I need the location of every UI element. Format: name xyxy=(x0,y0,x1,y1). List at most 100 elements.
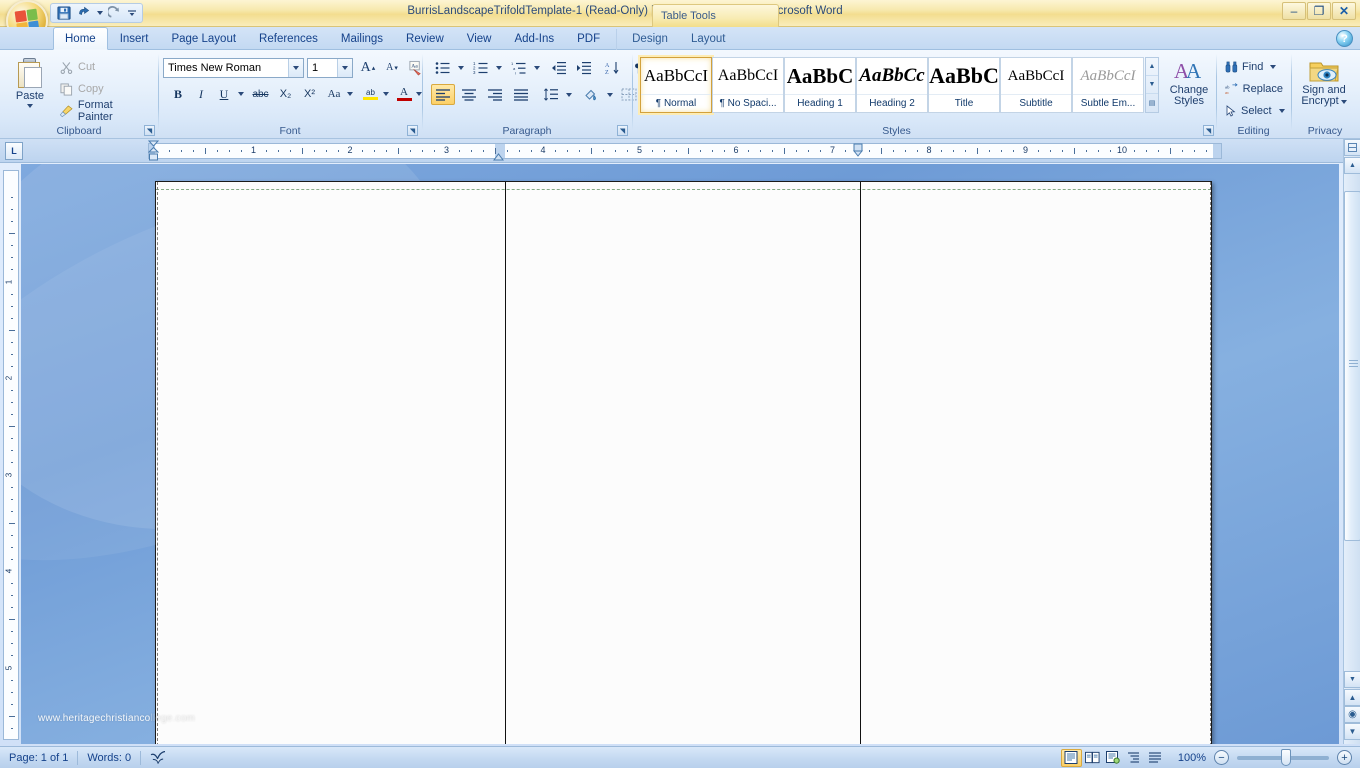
styles-more-button[interactable]: ▤ xyxy=(1146,94,1158,112)
change-case-dropdown[interactable] xyxy=(345,84,355,104)
scroll-down-arrow-button[interactable]: ▼ xyxy=(1344,671,1360,688)
strikethrough-button[interactable]: abc xyxy=(248,84,273,104)
tab-pdf[interactable]: PDF xyxy=(566,29,611,50)
style-subtitle[interactable]: AaBbCcI Subtitle xyxy=(1000,57,1072,113)
draft-view-button[interactable] xyxy=(1145,749,1166,767)
numbering-dropdown[interactable] xyxy=(493,57,504,78)
web-layout-view-button[interactable] xyxy=(1103,749,1124,767)
font-dialog-launcher[interactable]: ◥ xyxy=(407,125,418,136)
tab-insert[interactable]: Insert xyxy=(109,29,160,50)
decrease-indent-button[interactable] xyxy=(547,57,571,78)
tab-mailings[interactable]: Mailings xyxy=(330,29,394,50)
previous-page-button[interactable]: ▲ xyxy=(1344,689,1360,706)
style-normal[interactable]: AaBbCcI ¶ Normal xyxy=(640,57,712,113)
font-color-button[interactable]: A xyxy=(393,84,415,104)
tab-add-ins[interactable]: Add-Ins xyxy=(503,29,565,50)
minimize-button[interactable]: – xyxy=(1282,2,1306,20)
restore-button[interactable]: ❐ xyxy=(1307,2,1331,20)
subscript-button[interactable]: X₂ xyxy=(274,84,297,104)
style-title[interactable]: AaBbC Title xyxy=(928,57,1000,113)
replace-button[interactable]: ab ac Replace xyxy=(1222,80,1288,98)
find-button[interactable]: Find xyxy=(1222,58,1280,76)
horizontal-ruler[interactable]: 12345678910 xyxy=(148,143,1222,159)
zoom-slider-thumb[interactable] xyxy=(1281,749,1291,766)
style-subtle-emphasis[interactable]: AaBbCcI Subtle Em... xyxy=(1072,57,1144,113)
help-icon[interactable]: ? xyxy=(1336,30,1353,47)
tab-layout[interactable]: Layout xyxy=(680,29,737,50)
sign-and-encrypt-button[interactable]: Sign and Encrypt xyxy=(1295,56,1353,122)
font-size-dropdown-icon[interactable] xyxy=(337,59,352,77)
select-button[interactable]: Select xyxy=(1222,102,1284,120)
justify-button[interactable] xyxy=(509,84,533,105)
bullets-dropdown[interactable] xyxy=(455,57,466,78)
document-page[interactable] xyxy=(155,181,1212,744)
font-size-input[interactable]: 1 xyxy=(307,58,353,78)
font-name-input[interactable]: Times New Roman xyxy=(163,58,304,78)
right-indent-marker[interactable] xyxy=(853,143,862,160)
superscript-button[interactable]: X² xyxy=(298,84,321,104)
tab-review[interactable]: Review xyxy=(395,29,455,50)
align-center-button[interactable] xyxy=(457,84,481,105)
multilevel-list-button[interactable]: 1ai xyxy=(507,57,531,78)
clipboard-dialog-launcher[interactable]: ◥ xyxy=(144,125,155,136)
grow-font-button[interactable]: A ▴ xyxy=(357,57,379,78)
tab-page-layout[interactable]: Page Layout xyxy=(160,29,247,50)
vertical-scrollbar[interactable]: ▲ ▼ ▲ ◉ ▼ xyxy=(1343,139,1360,744)
zoom-level[interactable]: 100% xyxy=(1166,748,1214,768)
align-right-button[interactable] xyxy=(483,84,507,105)
zoom-in-button[interactable]: + xyxy=(1337,750,1352,765)
highlight-dropdown[interactable] xyxy=(381,84,391,104)
text-highlight-button[interactable]: ab xyxy=(359,84,382,104)
multilevel-list-dropdown[interactable] xyxy=(531,57,542,78)
shading-dropdown[interactable] xyxy=(604,84,615,105)
scrollbar-thumb[interactable] xyxy=(1344,191,1360,541)
outline-view-button[interactable] xyxy=(1124,749,1145,767)
styles-scroll-down-button[interactable]: ▼ xyxy=(1146,76,1158,94)
tab-stop-selector[interactable]: L xyxy=(5,142,23,160)
zoom-out-button[interactable]: − xyxy=(1214,750,1229,765)
style-heading-1[interactable]: AaBbC Heading 1 xyxy=(784,57,856,113)
line-spacing-dropdown[interactable] xyxy=(563,84,574,105)
column-indent-marker[interactable] xyxy=(493,150,502,165)
styles-dialog-launcher[interactable]: ◥ xyxy=(1203,125,1214,136)
italic-button[interactable]: I xyxy=(190,84,212,104)
style-heading-2[interactable]: AaBbCc Heading 2 xyxy=(856,57,928,113)
scroll-up-arrow-button[interactable]: ▲ xyxy=(1344,157,1360,174)
tab-design[interactable]: Design xyxy=(621,29,679,50)
full-screen-reading-view-button[interactable] xyxy=(1082,749,1103,767)
increase-indent-button[interactable] xyxy=(572,57,596,78)
styles-scroll-up-button[interactable]: ▲ xyxy=(1146,58,1158,76)
tab-home[interactable]: Home xyxy=(53,27,108,50)
style-no-spacing[interactable]: AaBbCcI ¶ No Spaci... xyxy=(712,57,784,113)
vertical-ruler[interactable]: 12345 xyxy=(3,170,19,740)
proofing-status-button[interactable] xyxy=(141,748,175,768)
next-page-button[interactable]: ▼ xyxy=(1344,723,1360,740)
copy-button[interactable]: Copy xyxy=(55,80,145,98)
change-styles-button[interactable]: A A Change Styles xyxy=(1164,56,1214,122)
print-layout-view-button[interactable] xyxy=(1061,749,1082,767)
align-left-button[interactable] xyxy=(431,84,455,105)
line-spacing-button[interactable] xyxy=(539,84,563,105)
bullets-button[interactable] xyxy=(431,57,455,78)
select-browse-object-button[interactable]: ◉ xyxy=(1344,706,1360,723)
tab-references[interactable]: References xyxy=(248,29,329,50)
zoom-slider[interactable] xyxy=(1237,756,1329,760)
close-button[interactable]: ✕ xyxy=(1332,2,1356,20)
sort-button[interactable]: A Z xyxy=(601,57,623,78)
paragraph-dialog-launcher[interactable]: ◥ xyxy=(617,125,628,136)
paste-button[interactable]: Paste xyxy=(8,57,52,119)
shading-button[interactable] xyxy=(579,84,603,105)
left-indent-marker[interactable] xyxy=(148,140,157,165)
cut-button[interactable]: Cut xyxy=(55,58,145,76)
shrink-font-button[interactable]: A ▾ xyxy=(381,57,403,78)
page-indicator[interactable]: Page: 1 of 1 xyxy=(0,748,77,768)
underline-dropdown[interactable] xyxy=(235,84,246,104)
bold-button[interactable]: B xyxy=(167,84,189,104)
scroll-up-button[interactable] xyxy=(1344,139,1360,156)
font-name-dropdown-icon[interactable] xyxy=(288,59,303,77)
change-case-button[interactable]: Aa xyxy=(322,84,346,104)
format-painter-button[interactable]: Format Painter xyxy=(55,102,155,120)
document-canvas[interactable]: www.heritagechristiancollege.com xyxy=(21,164,1339,744)
underline-button[interactable]: U xyxy=(213,84,235,104)
numbering-button[interactable]: 123 xyxy=(469,57,493,78)
